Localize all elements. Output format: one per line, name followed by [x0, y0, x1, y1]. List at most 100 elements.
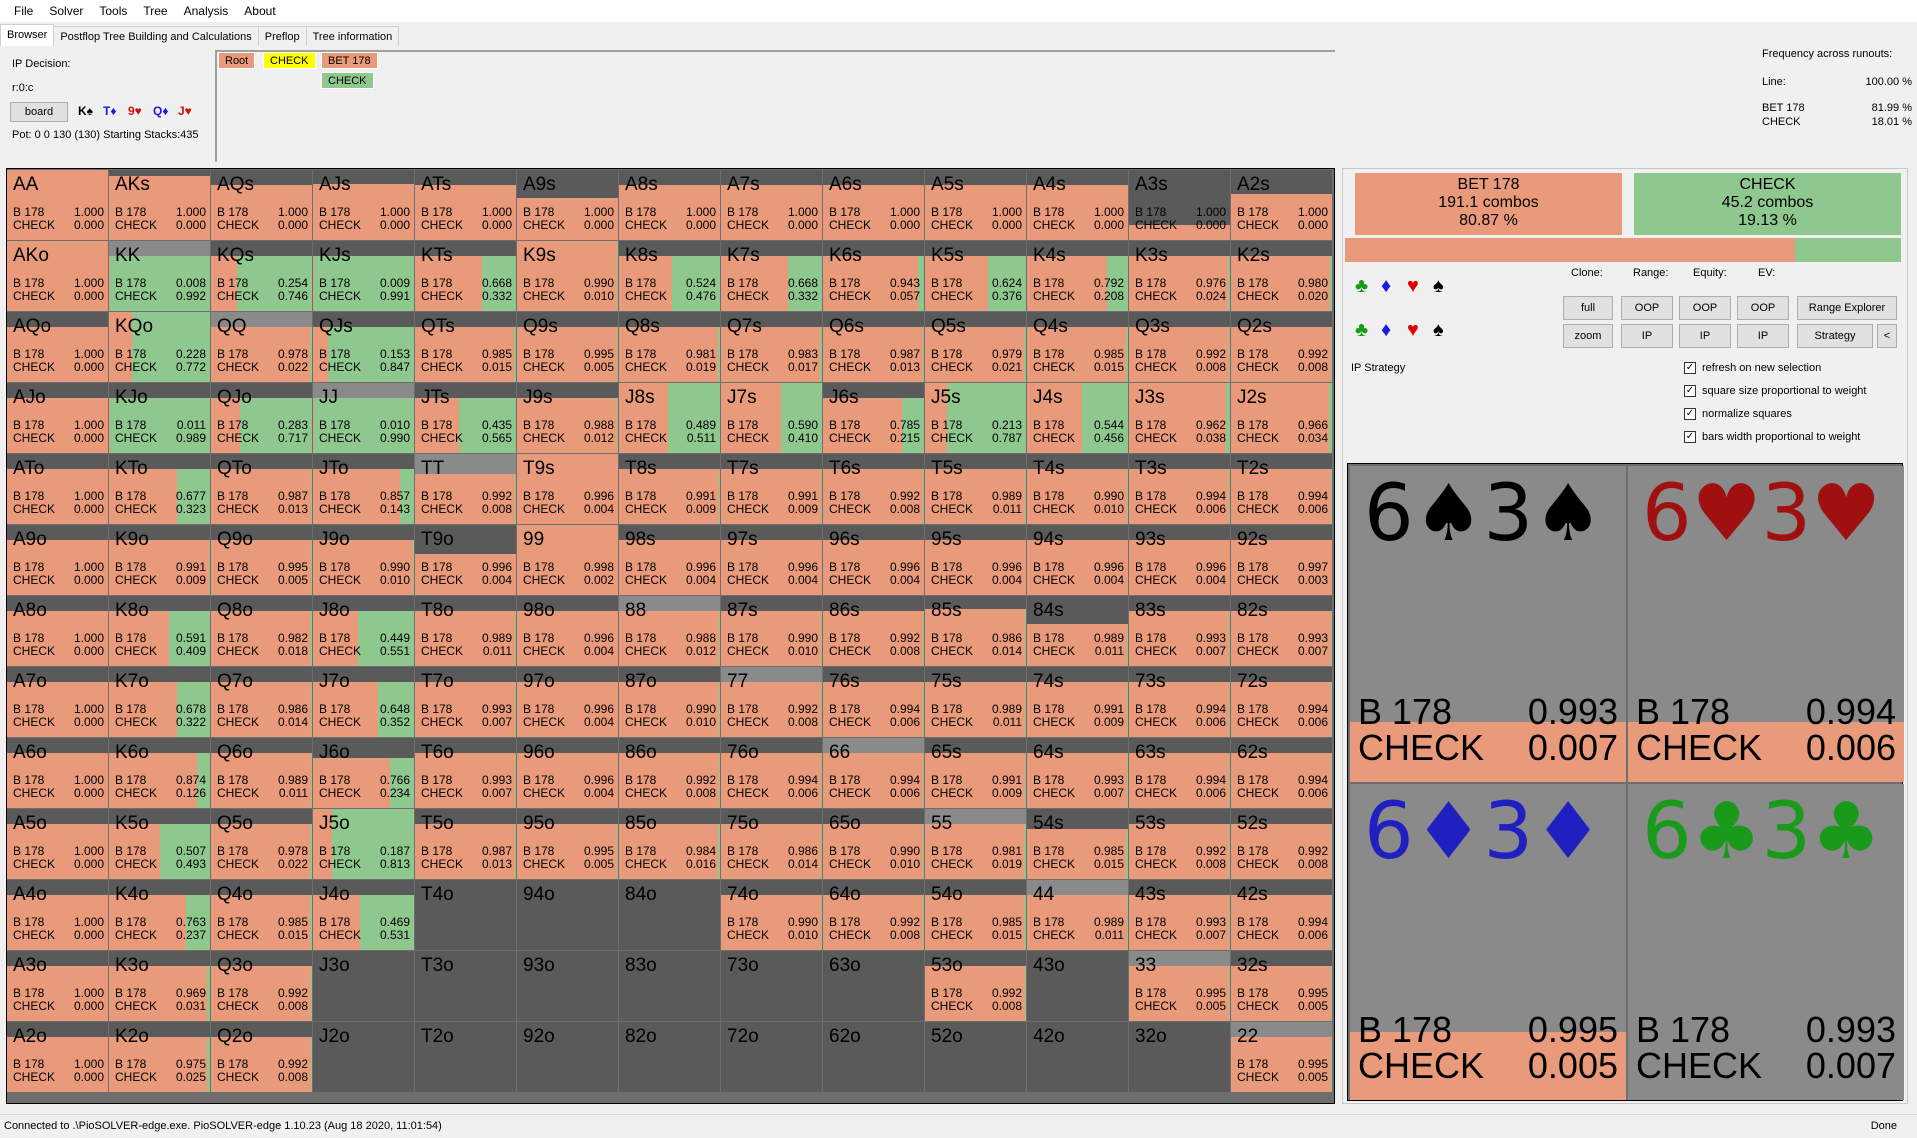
hand-cell-TT[interactable]: TTB 1780.992CHECK0.008: [415, 454, 516, 524]
hand-cell-Q2o[interactable]: Q2oB 1780.992CHECK0.008: [211, 1022, 312, 1092]
tab-postflop[interactable]: Postflop Tree Building and Calculations: [53, 26, 258, 46]
hand-cell-T3o[interactable]: T3o: [415, 951, 516, 1021]
hand-cell-T2o[interactable]: T2o: [415, 1022, 516, 1092]
hand-cell-A8o[interactable]: A8oB 1781.000CHECK0.000: [7, 596, 108, 666]
hand-cell-92s[interactable]: 92sB 1780.997CHECK0.003: [1231, 525, 1332, 595]
collapse-button[interactable]: <: [1877, 324, 1897, 348]
hand-cell-94o[interactable]: 94o: [517, 880, 618, 950]
club-icon[interactable]: ♣: [1355, 276, 1368, 296]
hand-cell-85o[interactable]: 85oB 1780.984CHECK0.016: [619, 809, 720, 879]
hand-cell-43s[interactable]: 43sB 1780.993CHECK0.007: [1129, 880, 1230, 950]
tree-node-child-check[interactable]: CHECK: [321, 72, 374, 89]
hand-cell-KJo[interactable]: KJoB 1780.011CHECK0.989: [109, 383, 210, 453]
hand-cell-42s[interactable]: 42sB 1780.994CHECK0.006: [1231, 880, 1332, 950]
hand-cell-73o[interactable]: 73o: [721, 951, 822, 1021]
hand-cell-Q7s[interactable]: Q7sB 1780.983CHECK0.017: [721, 312, 822, 382]
hand-cell-93o[interactable]: 93o: [517, 951, 618, 1021]
hand-cell-J6s[interactable]: J6sB 1780.785CHECK0.215: [823, 383, 924, 453]
hand-cell-JTs[interactable]: JTsB 1780.435CHECK0.565: [415, 383, 516, 453]
combo-cell[interactable]: 6♦3♦ B 1780.995 CHECK0.005: [1350, 784, 1626, 1100]
tree-node-check[interactable]: CHECK: [263, 52, 316, 69]
hand-cell-97s[interactable]: 97sB 1780.996CHECK0.004: [721, 525, 822, 595]
hand-cell-54s[interactable]: 54sB 1780.985CHECK0.015: [1027, 809, 1128, 879]
diamond-icon[interactable]: ♦: [1381, 320, 1391, 340]
hand-cell-T5o[interactable]: T5oB 1780.987CHECK0.013: [415, 809, 516, 879]
hand-cell-Q6s[interactable]: Q6sB 1780.987CHECK0.013: [823, 312, 924, 382]
refresh-checkbox[interactable]: ✓refresh on new selection: [1684, 362, 1821, 374]
hand-cell-J8o[interactable]: J8oB 1780.449CHECK0.551: [313, 596, 414, 666]
hand-cell-82s[interactable]: 82sB 1780.993CHECK0.007: [1231, 596, 1332, 666]
hand-cell-54o[interactable]: 54oB 1780.985CHECK0.015: [925, 880, 1026, 950]
hand-cell-AQo[interactable]: AQoB 1781.000CHECK0.000: [7, 312, 108, 382]
hand-cell-AJs[interactable]: AJsB 1781.000CHECK0.000: [313, 170, 414, 240]
hand-cell-T6s[interactable]: T6sB 1780.992CHECK0.008: [823, 454, 924, 524]
hand-cell-Q5s[interactable]: Q5sB 1780.979CHECK0.021: [925, 312, 1026, 382]
hand-cell-K8o[interactable]: K8oB 1780.591CHECK0.409: [109, 596, 210, 666]
menu-analysis[interactable]: Analysis: [176, 0, 237, 22]
hand-cell-87o[interactable]: 87oB 1780.990CHECK0.010: [619, 667, 720, 737]
hand-cell-A2o[interactable]: A2oB 1781.000CHECK0.000: [7, 1022, 108, 1092]
hand-cell-A3o[interactable]: A3oB 1781.000CHECK0.000: [7, 951, 108, 1021]
hand-cell-K5o[interactable]: K5oB 1780.507CHECK0.493: [109, 809, 210, 879]
hand-cell-T5s[interactable]: T5sB 1780.989CHECK0.011: [925, 454, 1026, 524]
hand-cell-96s[interactable]: 96sB 1780.996CHECK0.004: [823, 525, 924, 595]
diamond-icon[interactable]: ♦: [1381, 276, 1391, 296]
hand-cell-KTo[interactable]: KToB 1780.677CHECK0.323: [109, 454, 210, 524]
hand-cell-J9s[interactable]: J9sB 1780.988CHECK0.012: [517, 383, 618, 453]
hand-cell-85s[interactable]: 85sB 1780.986CHECK0.014: [925, 596, 1026, 666]
hand-cell-62s[interactable]: 62sB 1780.994CHECK0.006: [1231, 738, 1332, 808]
hand-cell-75s[interactable]: 75sB 1780.989CHECK0.011: [925, 667, 1026, 737]
hand-cell-T7o[interactable]: T7oB 1780.993CHECK0.007: [415, 667, 516, 737]
hand-cell-QTs[interactable]: QTsB 1780.985CHECK0.015: [415, 312, 516, 382]
hand-cell-52s[interactable]: 52sB 1780.992CHECK0.008: [1231, 809, 1332, 879]
hand-cell-82o[interactable]: 82o: [619, 1022, 720, 1092]
hand-cell-QQ[interactable]: QQB 1780.978CHECK0.022: [211, 312, 312, 382]
heart-icon[interactable]: ♥: [1407, 276, 1419, 296]
bars-width-checkbox[interactable]: ✓bars width proportional to weight: [1684, 431, 1860, 443]
hand-cell-K4s[interactable]: K4sB 1780.792CHECK0.208: [1027, 241, 1128, 311]
tab-browser[interactable]: Browser: [0, 24, 54, 46]
hand-cell-Q7o[interactable]: Q7oB 1780.986CHECK0.014: [211, 667, 312, 737]
hand-cell-Q8s[interactable]: Q8sB 1780.981CHECK0.019: [619, 312, 720, 382]
hand-cell-JTo[interactable]: JToB 1780.857CHECK0.143: [313, 454, 414, 524]
strategy-button[interactable]: Strategy: [1797, 324, 1873, 348]
hand-cell-QJs[interactable]: QJsB 1780.153CHECK0.847: [313, 312, 414, 382]
hand-cell-AA[interactable]: AAB 1781.000CHECK0.000: [7, 170, 108, 240]
hand-cell-98s[interactable]: 98sB 1780.996CHECK0.004: [619, 525, 720, 595]
heart-icon[interactable]: ♥: [1407, 320, 1419, 340]
hand-cell-83o[interactable]: 83o: [619, 951, 720, 1021]
hand-cell-94s[interactable]: 94sB 1780.996CHECK0.004: [1027, 525, 1128, 595]
hand-cell-A7s[interactable]: A7sB 1781.000CHECK0.000: [721, 170, 822, 240]
hand-cell-J2s[interactable]: J2sB 1780.966CHECK0.034: [1231, 383, 1332, 453]
hand-cell-99[interactable]: 99B 1780.998CHECK0.002: [517, 525, 618, 595]
hand-cell-32s[interactable]: 32sB 1780.995CHECK0.005: [1231, 951, 1332, 1021]
hand-cell-A7o[interactable]: A7oB 1781.000CHECK0.000: [7, 667, 108, 737]
hand-cell-53s[interactable]: 53sB 1780.992CHECK0.008: [1129, 809, 1230, 879]
hand-cell-Q6o[interactable]: Q6oB 1780.989CHECK0.011: [211, 738, 312, 808]
hand-cell-A4o[interactable]: A4oB 1781.000CHECK0.000: [7, 880, 108, 950]
hand-cell-95s[interactable]: 95sB 1780.996CHECK0.004: [925, 525, 1026, 595]
hand-cell-Q3s[interactable]: Q3sB 1780.992CHECK0.008: [1129, 312, 1230, 382]
equity-ip-button[interactable]: IP: [1679, 324, 1731, 348]
hand-cell-K9o[interactable]: K9oB 1780.991CHECK0.009: [109, 525, 210, 595]
hand-cell-97o[interactable]: 97oB 1780.996CHECK0.004: [517, 667, 618, 737]
hand-cell-T8o[interactable]: T8oB 1780.989CHECK0.011: [415, 596, 516, 666]
hand-cell-J4o[interactable]: J4oB 1780.469CHECK0.531: [313, 880, 414, 950]
hand-cell-J8s[interactable]: J8sB 1780.489CHECK0.511: [619, 383, 720, 453]
hand-cell-K3s[interactable]: K3sB 1780.976CHECK0.024: [1129, 241, 1230, 311]
hand-cell-AKo[interactable]: AKoB 1781.000CHECK0.000: [7, 241, 108, 311]
hand-cell-K9s[interactable]: K9sB 1780.990CHECK0.010: [517, 241, 618, 311]
spade-icon[interactable]: ♠: [1433, 320, 1444, 340]
summary-bet-button[interactable]: BET 178 191.1 combos 80.87 %: [1355, 173, 1622, 235]
tree-node-bet[interactable]: BET 178: [321, 52, 378, 69]
menu-about[interactable]: About: [236, 0, 283, 22]
hand-cell-J4s[interactable]: J4sB 1780.544CHECK0.456: [1027, 383, 1128, 453]
hand-cell-63o[interactable]: 63o: [823, 951, 924, 1021]
hand-cell-75o[interactable]: 75oB 1780.986CHECK0.014: [721, 809, 822, 879]
hand-cell-A5s[interactable]: A5sB 1781.000CHECK0.000: [925, 170, 1026, 240]
hand-cell-T4o[interactable]: T4o: [415, 880, 516, 950]
hand-cell-T3s[interactable]: T3sB 1780.994CHECK0.006: [1129, 454, 1230, 524]
combo-cell[interactable]: 6♣3♣ B 1780.993 CHECK0.007: [1628, 784, 1904, 1100]
hand-cell-65o[interactable]: 65oB 1780.990CHECK0.010: [823, 809, 924, 879]
board-button[interactable]: board: [10, 102, 68, 122]
